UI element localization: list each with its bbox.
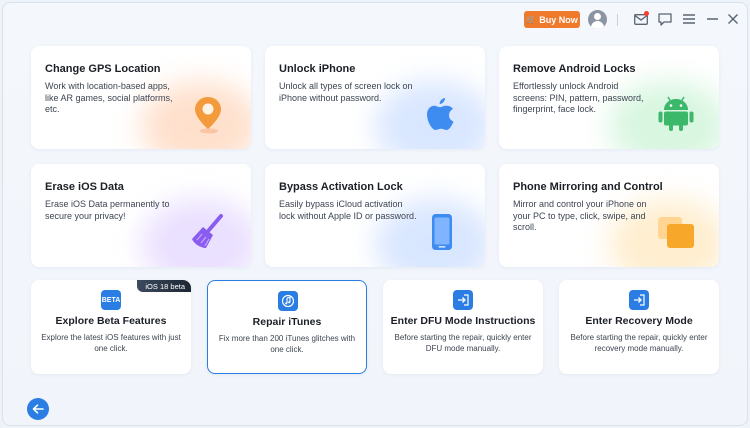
card-description: Mirror and control your iPhone on your P… <box>513 199 647 232</box>
card-description: Easily bypass iCloud activation lock wit… <box>279 199 417 221</box>
card-erase-ios-data[interactable]: Erase iOS Data Erase iOS Data permanentl… <box>31 164 251 267</box>
location-pin-icon <box>195 97 221 134</box>
mail-icon[interactable] <box>632 10 650 28</box>
card-enter-dfu-mode-instructions[interactable]: Enter DFU Mode Instructions Before start… <box>383 280 543 374</box>
card-description: Explore the latest iOS features with jus… <box>41 333 181 353</box>
card-remove-android-locks[interactable]: Remove Android Locks Effortlessly unlock… <box>499 46 719 149</box>
minimize-icon[interactable] <box>703 10 721 28</box>
apple-logo-icon <box>427 98 454 130</box>
app-window: 🛒 Buy Now Change GPS Location Work with … <box>2 2 748 426</box>
card-unlock-iphone[interactable]: Unlock iPhone Unlock all types of screen… <box>265 46 485 149</box>
card-repair-itunes[interactable]: Repair iTunes Fix more than 200 iTunes g… <box>207 280 367 374</box>
menu-icon[interactable] <box>680 10 698 28</box>
cart-icon: 🛒 <box>526 15 537 24</box>
card-description: Fix more than 200 iTunes glitches with o… <box>218 334 356 354</box>
close-icon[interactable] <box>724 10 742 28</box>
card-title: Remove Android Locks <box>513 63 636 75</box>
card-description: Erase iOS Data permanently to secure you… <box>45 199 170 221</box>
card-description: Before starting the repair, quickly ente… <box>394 333 532 353</box>
card-explore-beta-features[interactable]: iOS 18 beta BETA Explore Beta Features E… <box>31 280 191 374</box>
card-title: Erase iOS Data <box>45 181 124 193</box>
card-description: Effortlessly unlock Android screens: PIN… <box>513 81 644 114</box>
enter-arrow-icon <box>629 290 649 310</box>
notification-dot <box>644 11 649 16</box>
card-enter-recovery-mode[interactable]: Enter Recovery Mode Before starting the … <box>559 280 719 374</box>
card-title: Change GPS Location <box>45 63 161 75</box>
card-title: Enter DFU Mode Instructions <box>390 315 536 327</box>
itunes-icon <box>278 291 298 311</box>
card-description: Work with location-based apps, like AR g… <box>45 81 173 114</box>
broom-icon <box>192 214 223 248</box>
buy-now-label: Buy Now <box>539 14 578 25</box>
beta-icon: BETA <box>101 290 121 310</box>
card-bypass-activation-lock[interactable]: Bypass Activation Lock Easily bypass iCl… <box>265 164 485 267</box>
user-avatar-icon[interactable] <box>588 10 607 29</box>
card-description: Unlock all types of screen lock on iPhon… <box>279 81 413 103</box>
buy-now-button[interactable]: 🛒 Buy Now <box>524 11 580 28</box>
card-change-gps-location[interactable]: Change GPS Location Work with location-b… <box>31 46 251 149</box>
card-description: Before starting the repair, quickly ente… <box>570 333 708 353</box>
card-title: Repair iTunes <box>252 316 322 328</box>
card-title: Explore Beta Features <box>55 315 167 327</box>
card-title: Unlock iPhone <box>279 63 356 75</box>
card-title: Enter Recovery Mode <box>585 315 693 327</box>
card-title: Bypass Activation Lock <box>279 181 403 193</box>
card-title: Phone Mirroring and Control <box>513 181 663 193</box>
chat-icon[interactable] <box>656 10 674 28</box>
smartphone-icon <box>432 214 452 250</box>
android-robot-icon <box>658 96 694 131</box>
ios-beta-badge: iOS 18 beta <box>137 280 191 292</box>
title-bar: 🛒 Buy Now <box>3 3 747 37</box>
card-phone-mirroring-and-control[interactable]: Phone Mirroring and Control Mirror and c… <box>499 164 719 267</box>
enter-arrow-icon <box>453 290 473 310</box>
back-button[interactable] <box>27 398 49 420</box>
back-arrow-icon <box>32 404 44 414</box>
screen-mirror-icon <box>658 217 694 248</box>
toolbar-divider <box>617 14 618 26</box>
